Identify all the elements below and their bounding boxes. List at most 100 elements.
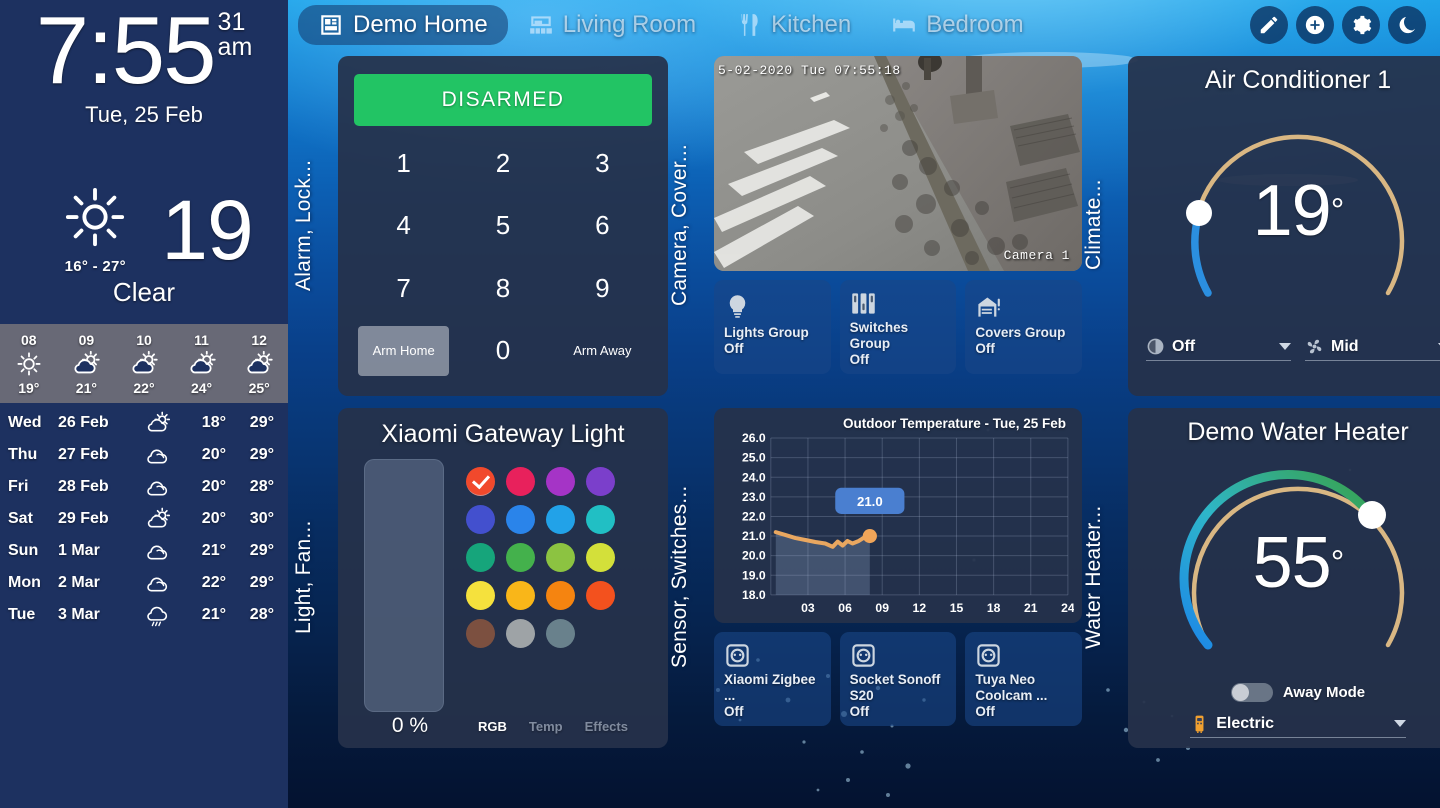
- hourly-forecast-item: 10 22°: [116, 332, 172, 396]
- water-heater-temperature-value: 55: [1252, 523, 1332, 603]
- svg-text:19.0: 19.0: [742, 568, 766, 582]
- keypad-key-3[interactable]: 3: [553, 132, 652, 195]
- clock-date: Tue, 25 Feb: [85, 102, 203, 128]
- tab-demo-home[interactable]: Demo Home: [298, 5, 508, 45]
- svg-text:06: 06: [838, 601, 852, 615]
- daily-high: 28°: [249, 606, 274, 624]
- color-swatch[interactable]: [506, 619, 535, 648]
- color-swatch[interactable]: [506, 543, 535, 572]
- keypad-key-1[interactable]: 1: [354, 132, 453, 195]
- color-swatch[interactable]: [466, 543, 495, 572]
- tile-covers-group[interactable]: Covers Group Off: [965, 280, 1083, 374]
- keypad-key-5[interactable]: 5: [453, 195, 552, 258]
- keypad-key-4[interactable]: 4: [354, 195, 453, 258]
- color-swatch[interactable]: [546, 543, 575, 572]
- arm-home-button[interactable]: Arm Home: [358, 325, 450, 376]
- tile-tuya-neo-coolcam[interactable]: Tuya Neo Coolcam ... Off: [965, 632, 1083, 726]
- water-heater-temperature: 55 °: [1162, 449, 1434, 687]
- svg-text:09: 09: [875, 601, 889, 615]
- hourly-temp: 22°: [133, 379, 155, 396]
- ac-mode-select[interactable]: Off: [1146, 337, 1291, 361]
- daily-icon-wrap: [138, 506, 178, 532]
- keypad-key-8[interactable]: 8: [453, 257, 552, 320]
- color-swatch[interactable]: [546, 505, 575, 534]
- svg-text:22.0: 22.0: [742, 510, 766, 524]
- tab-living-room[interactable]: Living Room: [508, 5, 716, 45]
- tile-lights-group[interactable]: Lights Group Off: [714, 280, 831, 374]
- daily-date: 2 Mar: [58, 574, 100, 592]
- partly-cloudy-icon: [190, 350, 216, 373]
- chevron-down-icon[interactable]: [1393, 720, 1406, 727]
- temperature-range: 16° - 27°: [64, 258, 126, 276]
- light-mode-rgb[interactable]: RGB: [478, 719, 507, 734]
- camera-column: 5-02-2020 Tue 07:55:18 Camera 1 Lights G…: [714, 56, 1083, 396]
- dark-mode-button[interactable]: [1388, 6, 1426, 44]
- color-swatch[interactable]: [546, 581, 575, 610]
- add-card-button[interactable]: [1296, 6, 1334, 44]
- temperature-chart-card[interactable]: Outdoor Temperature - Tue, 25 Feb 18.0 19…: [714, 408, 1082, 623]
- keypad-key-9[interactable]: 9: [553, 257, 652, 320]
- color-swatch[interactable]: [466, 505, 495, 534]
- chevron-down-icon[interactable]: [1279, 343, 1291, 350]
- keypad-key-6[interactable]: 6: [553, 195, 652, 258]
- color-swatch[interactable]: [586, 467, 615, 496]
- camera-feed-card[interactable]: 5-02-2020 Tue 07:55:18 Camera 1: [714, 56, 1082, 271]
- color-swatch[interactable]: [466, 581, 495, 610]
- brightness-slider[interactable]: [364, 459, 444, 712]
- keypad-key-0[interactable]: 0: [453, 320, 552, 383]
- color-swatch[interactable]: [506, 505, 535, 534]
- svg-text:21: 21: [1024, 601, 1038, 615]
- hourly-forecast-item: 12 25°: [231, 332, 287, 396]
- clock-ampm: am: [217, 33, 253, 61]
- water-heater-degree: °: [1330, 543, 1345, 582]
- tile-switches-group[interactable]: Switches Group Off: [839, 280, 957, 374]
- color-swatch[interactable]: [546, 619, 575, 648]
- color-swatch[interactable]: [466, 619, 495, 648]
- tab-bedroom[interactable]: Bedroom: [871, 5, 1043, 45]
- fan-icon: [1307, 339, 1322, 354]
- color-swatch[interactable]: [546, 467, 575, 496]
- tile-xiaomi-zigbee[interactable]: Xiaomi Zigbee ... Off: [714, 632, 831, 726]
- color-swatch[interactable]: [506, 467, 535, 496]
- hourly-temp: 25°: [248, 379, 270, 396]
- edit-dashboard-button[interactable]: [1250, 6, 1288, 44]
- toggle-switches-icon: [851, 293, 875, 314]
- tile-state: Off: [849, 703, 870, 719]
- water-heater-operation-select[interactable]: Electric: [1190, 714, 1406, 738]
- color-swatch[interactable]: [506, 581, 535, 610]
- daily-high: 29°: [249, 542, 274, 560]
- light-mode-temp[interactable]: Temp: [529, 719, 563, 734]
- garage-alert-icon: [978, 297, 1001, 317]
- brightness-value: 0 %: [391, 714, 429, 737]
- section-label-alarm-lock: Alarm, Lock...: [292, 159, 315, 291]
- tab-kitchen[interactable]: Kitchen: [716, 5, 871, 45]
- daily-high: 29°: [249, 414, 274, 432]
- section-label-sensor-switches: Sensor, Switches...: [668, 485, 691, 669]
- alarm-status-badge[interactable]: DISARMED: [354, 74, 652, 126]
- color-swatch-selected[interactable]: [466, 467, 495, 496]
- alarm-keypad: 1 2 3 4 5 6 7 8 9 Arm Home 0 Arm Away: [354, 132, 652, 382]
- water-heater-dial[interactable]: 55 °: [1162, 449, 1434, 687]
- svg-text:12: 12: [913, 601, 927, 615]
- color-swatch-grid: [466, 459, 615, 712]
- daily-icon-wrap: [138, 602, 178, 628]
- away-mode-toggle[interactable]: [1230, 683, 1273, 702]
- arm-away-button[interactable]: Arm Away: [553, 320, 652, 383]
- daily-low: 22°: [201, 574, 226, 592]
- light-mode-effects[interactable]: Effects: [585, 719, 628, 734]
- keypad-key-7[interactable]: 7: [354, 257, 453, 320]
- color-swatch[interactable]: [586, 505, 615, 534]
- svg-text:18: 18: [987, 601, 1001, 615]
- tile-socket-sonoff-s20[interactable]: Socket Sonoff S20 Off: [839, 632, 957, 726]
- color-swatch[interactable]: [586, 543, 615, 572]
- keypad-key-2[interactable]: 2: [453, 132, 552, 195]
- chart-plot-area: 18.0 19.0 20.0 21.0 22.0 23.0 24.0 25.0 26.0 03 06…: [724, 431, 1075, 619]
- daily-day: Tue: [8, 606, 36, 624]
- ac-fan-select[interactable]: Mid: [1305, 337, 1440, 361]
- daily-icon-wrap: [138, 570, 178, 596]
- tile-label: Switches Group: [849, 320, 909, 351]
- settings-button[interactable]: [1342, 6, 1380, 44]
- color-swatch[interactable]: [586, 581, 615, 610]
- ac-dial[interactable]: 19 °: [1162, 97, 1434, 335]
- water-heater-controls: Electric: [1184, 714, 1412, 738]
